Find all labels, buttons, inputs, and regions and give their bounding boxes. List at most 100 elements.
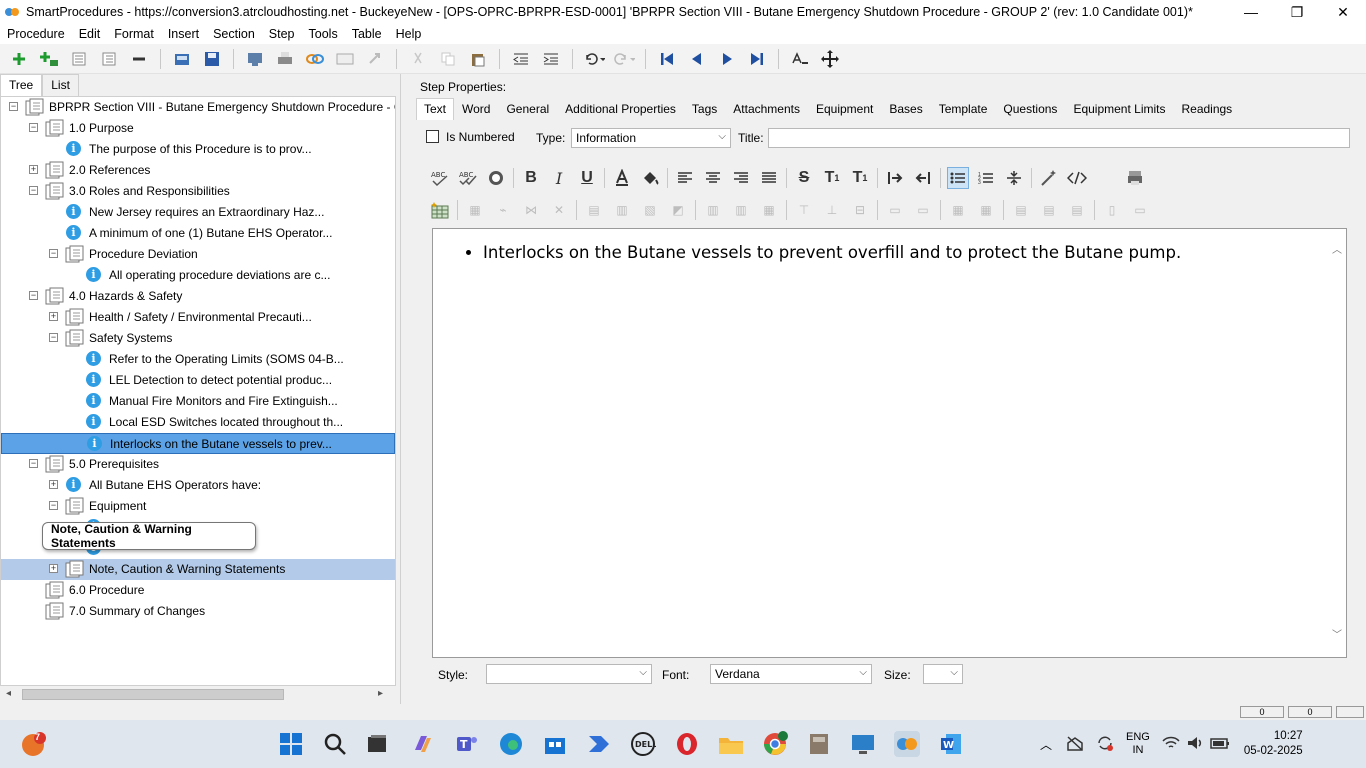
tree-node[interactable]: − 3.0 Roles and Responsibilities: [1, 181, 395, 202]
add-icon[interactable]: [8, 48, 30, 70]
open-icon[interactable]: [171, 48, 193, 70]
insert-row-above-icon[interactable]: ⊤: [793, 199, 815, 221]
tab-text[interactable]: Text: [416, 98, 455, 120]
delete-col-icon[interactable]: ▦: [758, 199, 780, 221]
tree-node[interactable]: i A minimum of one (1) Butane EHS Operato…: [1, 223, 395, 244]
delete-row-icon[interactable]: ⊟: [849, 199, 871, 221]
numbered-list-icon[interactable]: 123: [975, 167, 997, 189]
collapse-icon[interactable]: −: [29, 186, 38, 195]
spell-check-icon[interactable]: ABC: [429, 167, 451, 189]
indent-list-icon[interactable]: [98, 48, 120, 70]
tree-node[interactable]: + Note, Caution & Warning Statements: [1, 559, 395, 580]
menu-insert[interactable]: Insert: [161, 27, 206, 41]
font-select[interactable]: Verdana ⌵: [710, 664, 872, 684]
collapse-icon[interactable]: −: [49, 249, 58, 258]
table-props-icon[interactable]: ▤: [583, 199, 605, 221]
split-cells-icon[interactable]: ▭: [912, 199, 934, 221]
volume-icon[interactable]: [1186, 735, 1204, 754]
table-cell-props-icon[interactable]: ◩: [667, 199, 689, 221]
print-preview-icon[interactable]: [1124, 167, 1146, 189]
network-off-icon[interactable]: [1066, 735, 1084, 754]
italic-icon[interactable]: I: [548, 167, 570, 189]
outdent-list-icon[interactable]: [68, 48, 90, 70]
tree-node[interactable]: i The purpose of this Procedure is to pro…: [1, 139, 395, 160]
bullet-list-icon[interactable]: [947, 167, 969, 189]
next-step-icon[interactable]: [716, 48, 738, 70]
chevron-up-icon[interactable]: ︿: [1040, 736, 1052, 753]
tree-node[interactable]: i All operating procedure deviations are …: [1, 265, 395, 286]
browser-notification-icon[interactable]: 7: [20, 731, 46, 757]
tab-word[interactable]: Word: [454, 98, 498, 120]
cell-valign-icon[interactable]: ▦: [975, 199, 997, 221]
step-text-editor[interactable]: Interlocks on the Butane vessels to prev…: [432, 228, 1347, 658]
sync-icon[interactable]: [1096, 734, 1114, 755]
redo-icon[interactable]: [613, 48, 635, 70]
save-icon[interactable]: [201, 48, 223, 70]
tree-node[interactable]: i Manual Fire Monitors and Fire Extinguis…: [1, 391, 395, 412]
increase-indent-icon[interactable]: [884, 167, 906, 189]
frame-icon[interactable]: [334, 48, 356, 70]
chrome-icon[interactable]: [762, 731, 788, 757]
last-step-icon[interactable]: [746, 48, 768, 70]
store-icon[interactable]: [542, 731, 568, 757]
tab-equipment[interactable]: Equipment: [808, 98, 881, 120]
tree-node[interactable]: 7.0 Summary of Changes: [1, 601, 395, 622]
tree-node[interactable]: − 5.0 Prerequisites: [1, 454, 395, 475]
cell-align-icon[interactable]: ▦: [947, 199, 969, 221]
collapse-icon[interactable]: −: [49, 333, 58, 342]
spell-check-all-icon[interactable]: ABC: [457, 167, 479, 189]
tab-tree[interactable]: Tree: [0, 74, 43, 96]
undo-icon[interactable]: [583, 48, 605, 70]
magic-wand-icon[interactable]: [1038, 167, 1060, 189]
table-row-props-icon[interactable]: ▥: [611, 199, 633, 221]
first-step-icon[interactable]: [656, 48, 678, 70]
insert-col-left-icon[interactable]: ▥: [702, 199, 724, 221]
expand-icon[interactable]: +: [49, 480, 58, 489]
table-col-props-icon[interactable]: ▧: [639, 199, 661, 221]
cut-icon[interactable]: [407, 48, 429, 70]
minimize-button[interactable]: —: [1228, 0, 1274, 24]
align-center-icon[interactable]: [702, 167, 724, 189]
tab-bases[interactable]: Bases: [881, 98, 930, 120]
tab-equipment-limits[interactable]: Equipment Limits: [1065, 98, 1173, 120]
power-automate-icon[interactable]: [586, 731, 612, 757]
add-child-icon[interactable]: [38, 48, 60, 70]
language-indicator[interactable]: ENG IN: [1126, 731, 1150, 757]
justify-icon[interactable]: [758, 167, 780, 189]
search-icon[interactable]: [322, 731, 348, 757]
copilot-icon[interactable]: [410, 731, 436, 757]
superscript-icon[interactable]: T1: [821, 167, 843, 189]
menu-section[interactable]: Section: [206, 27, 262, 41]
tab-list[interactable]: List: [42, 74, 79, 96]
row-height-icon[interactable]: ▭: [1129, 199, 1151, 221]
tab-additional-properties[interactable]: Additional Properties: [557, 98, 684, 120]
menu-edit[interactable]: Edit: [72, 27, 108, 41]
collapse-icon[interactable]: −: [9, 102, 18, 111]
collapse-icon[interactable]: −: [29, 291, 38, 300]
export-icon[interactable]: [244, 48, 266, 70]
edge-icon[interactable]: [498, 731, 524, 757]
previous-step-icon[interactable]: [686, 48, 708, 70]
tree-node[interactable]: + Health / Safety / Environmental Precaut…: [1, 307, 395, 328]
subscript-icon[interactable]: T1: [849, 167, 871, 189]
tree-node[interactable]: − 4.0 Hazards & Safety: [1, 286, 395, 307]
server-app-icon[interactable]: [806, 731, 832, 757]
align-left-icon[interactable]: [674, 167, 696, 189]
scroll-left-icon[interactable]: ◂: [6, 688, 11, 699]
expand-icon[interactable]: +: [29, 165, 38, 174]
html-source-icon[interactable]: [1066, 167, 1088, 189]
editor-vertical-scrollbar[interactable]: ︿ ﹀: [1332, 241, 1344, 641]
cell-bottom-icon[interactable]: ▤: [1066, 199, 1088, 221]
tree-node[interactable]: + i All Butane EHS Operators have:: [1, 475, 395, 496]
teams-icon[interactable]: T: [454, 731, 480, 757]
remote-desktop-icon[interactable]: [850, 731, 876, 757]
tree-node[interactable]: − Safety Systems: [1, 328, 395, 349]
tree-node[interactable]: i Interlocks on the Butane vessels to pre…: [1, 433, 395, 454]
tab-attachments[interactable]: Attachments: [725, 98, 808, 120]
table-delete-icon[interactable]: ▦: [464, 199, 486, 221]
tab-general[interactable]: General: [498, 98, 557, 120]
scroll-up-icon[interactable]: ︿: [1332, 241, 1342, 256]
size-select[interactable]: ⌵: [923, 664, 963, 684]
is-numbered-checkbox[interactable]: [426, 130, 439, 143]
file-explorer-icon[interactable]: [718, 731, 744, 757]
